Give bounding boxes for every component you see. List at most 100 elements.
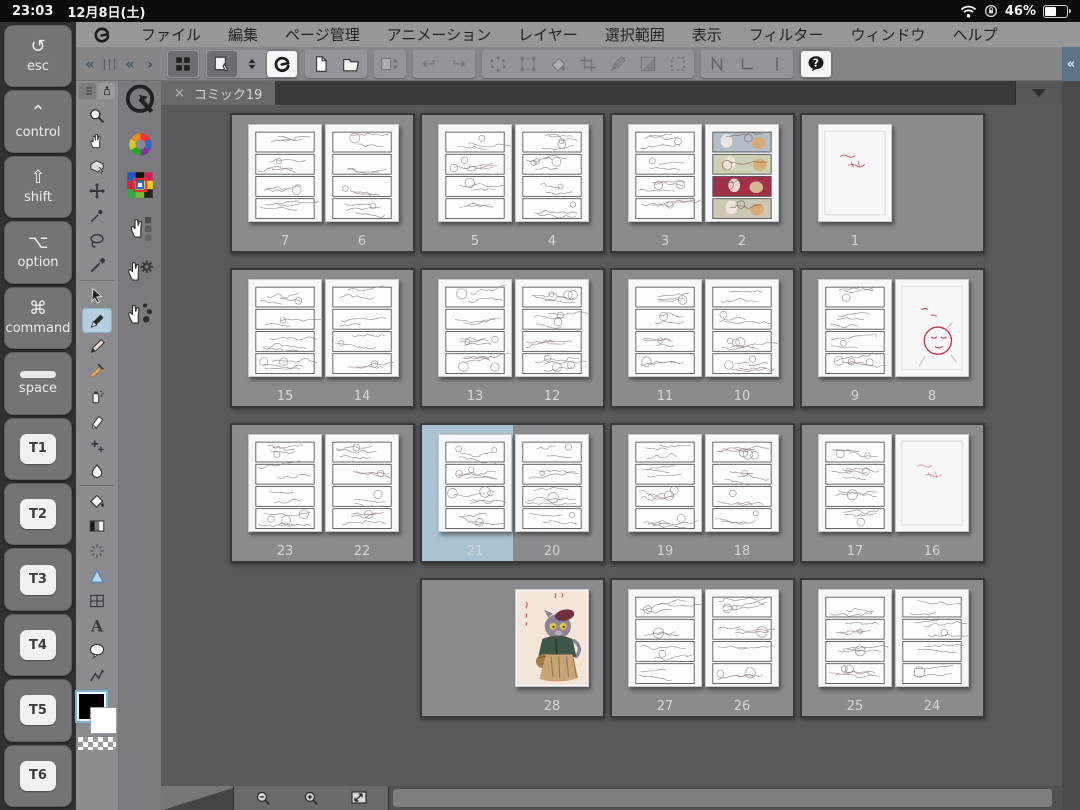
balloon-tool[interactable]: [82, 638, 112, 663]
line-correct-tool[interactable]: [82, 663, 112, 688]
menu-item[interactable]: ファイル: [141, 24, 201, 45]
horizontal-scrollbar[interactable]: [389, 786, 1062, 810]
edge-key-t6[interactable]: T6: [4, 745, 72, 807]
page-thumbnail-25[interactable]: [818, 589, 892, 687]
menu-item[interactable]: 選択範囲: [605, 24, 665, 45]
close-tab-icon[interactable]: ×: [174, 86, 185, 101]
page-thumbnail-11[interactable]: [628, 279, 702, 377]
page-thumbnail-16[interactable]: [895, 434, 969, 532]
ruler-corner-button[interactable]: [732, 51, 762, 77]
fit-screen-button[interactable]: [348, 789, 370, 807]
rotate-canvas-tool[interactable]: [82, 153, 112, 178]
lasso-tool[interactable]: [82, 228, 112, 253]
collapse-left-icon[interactable]: «: [121, 55, 139, 73]
page-thumbnail-7[interactable]: [248, 124, 322, 222]
page-thumbnail-13[interactable]: [438, 279, 512, 377]
spread-19-18[interactable]: 1918: [610, 423, 795, 563]
page-manager-view-button[interactable]: [168, 51, 198, 77]
pattern-tool[interactable]: [82, 538, 112, 563]
quick-access-button[interactable]: [122, 82, 158, 118]
page-thumbnail-9[interactable]: [818, 279, 892, 377]
color-set-button[interactable]: [126, 171, 154, 199]
menu-item[interactable]: 表示: [692, 24, 722, 45]
menu-item[interactable]: レイヤー: [518, 24, 578, 45]
edge-key-t2[interactable]: T2: [4, 483, 72, 545]
spread-13-12[interactable]: 1312: [420, 268, 605, 408]
zoom-tool[interactable]: [82, 103, 112, 128]
gradient-tool[interactable]: [82, 513, 112, 538]
menu-item[interactable]: ページ管理: [285, 24, 360, 45]
transparent-color-swatch[interactable]: [77, 736, 117, 751]
edge-key-t3[interactable]: T3: [4, 548, 72, 610]
page-thumbnail-6[interactable]: [325, 124, 399, 222]
spread-27-26[interactable]: 2726: [610, 578, 795, 718]
page-thumbnail-4[interactable]: [515, 124, 589, 222]
menu-item[interactable]: フィルター: [749, 24, 824, 45]
tab-list-button[interactable]: [1015, 81, 1062, 105]
spread-11-10[interactable]: 1110: [610, 268, 795, 408]
spread-7-6[interactable]: 76: [230, 113, 415, 253]
pen-tool[interactable]: [82, 308, 112, 333]
eyedropper-tool[interactable]: [82, 253, 112, 278]
eraser-tool[interactable]: [82, 408, 112, 433]
edge-key-t1[interactable]: T1: [4, 418, 72, 480]
page-thumbnail-22[interactable]: [325, 434, 399, 532]
decoration-tool[interactable]: [82, 433, 112, 458]
page-thumbnail-1[interactable]: [818, 124, 892, 222]
frame-border-tool[interactable]: [82, 588, 112, 613]
menu-item[interactable]: アニメーション: [387, 24, 491, 45]
spread-9-8[interactable]: 98: [800, 268, 985, 408]
edge-key-control[interactable]: ⌃control: [4, 90, 72, 152]
page-thumbnail-10[interactable]: [705, 279, 779, 377]
spread-28[interactable]: 28: [420, 578, 605, 718]
spread-3-2[interactable]: 32: [610, 113, 795, 253]
page-thumbnail-5[interactable]: [438, 124, 512, 222]
spread-1[interactable]: 1: [800, 113, 985, 253]
collapse-left-icon[interactable]: «: [81, 55, 99, 73]
clip-studio-button[interactable]: [267, 51, 297, 77]
page-thumbnail-24[interactable]: [895, 589, 969, 687]
page-thumbnail-27[interactable]: [628, 589, 702, 687]
menu-item[interactable]: 編集: [228, 24, 258, 45]
ruler-line-button[interactable]: [762, 51, 792, 77]
menu-item[interactable]: ウィンドウ: [850, 24, 925, 45]
spread-25-24[interactable]: 2524: [800, 578, 985, 718]
figure-tool[interactable]: [82, 563, 112, 588]
page-stepper-button[interactable]: [237, 51, 267, 77]
edge-key-space[interactable]: space: [4, 352, 72, 414]
spread-21-20[interactable]: 2120: [420, 423, 605, 563]
brush-tool[interactable]: [82, 358, 112, 383]
page-thumbnail-2[interactable]: [705, 124, 779, 222]
text-tool[interactable]: A: [82, 613, 112, 638]
edge-key-esc[interactable]: ↺esc: [4, 25, 72, 87]
page-thumbnail-18[interactable]: [705, 434, 779, 532]
new-file-button[interactable]: [306, 51, 336, 77]
page-thumbnail-19[interactable]: [628, 434, 702, 532]
page-thumbnail-3[interactable]: [628, 124, 702, 222]
help-button[interactable]: ?: [801, 51, 831, 77]
zoom-in-button[interactable]: [300, 789, 322, 807]
hand-tool[interactable]: [82, 128, 112, 153]
blend-tool[interactable]: [82, 458, 112, 483]
page-manager-canvas[interactable]: 7654321151413121110982322212019181716282…: [161, 105, 1062, 786]
page-thumbnail-8[interactable]: [895, 279, 969, 377]
zoom-out-button[interactable]: [252, 789, 274, 807]
auto-select-tool[interactable]: [82, 203, 112, 228]
page-thumbnail-12[interactable]: [515, 279, 589, 377]
edge-key-option[interactable]: ⌥option: [4, 221, 72, 283]
airbrush-tool[interactable]: [82, 383, 112, 408]
gesture-settings-button[interactable]: [125, 255, 155, 285]
page-thumbnail-28[interactable]: [515, 589, 589, 687]
spread-5-4[interactable]: 54: [420, 113, 605, 253]
edit-page-button[interactable]: [207, 51, 237, 77]
page-thumbnail-26[interactable]: [705, 589, 779, 687]
open-file-button[interactable]: [336, 51, 366, 77]
pencil-tool[interactable]: [82, 333, 112, 358]
gesture-options-button[interactable]: [125, 298, 155, 328]
page-thumbnail-14[interactable]: [325, 279, 399, 377]
menu-item[interactable]: ヘルプ: [952, 24, 997, 45]
fill-tool[interactable]: [82, 488, 112, 513]
page-thumbnail-15[interactable]: [248, 279, 322, 377]
expand-palettes-button[interactable]: «: [1062, 47, 1080, 81]
edge-key-command[interactable]: ⌘command: [4, 287, 72, 349]
